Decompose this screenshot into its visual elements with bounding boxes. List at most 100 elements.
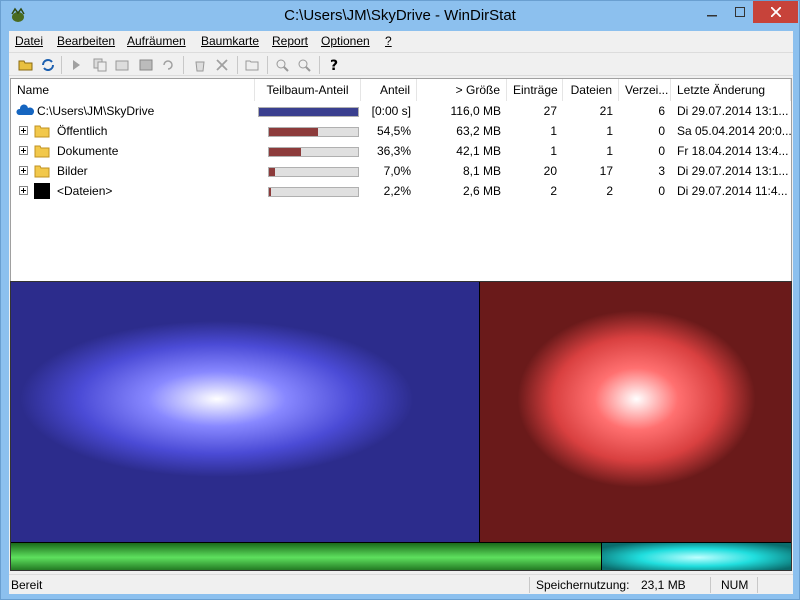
row-entries: 20 [543, 164, 557, 178]
command-prompt-button[interactable] [137, 56, 155, 74]
list-row[interactable]: <Dateien> 2,2% 2,6 MB 2 2 0 Di 29.07.201… [11, 181, 791, 201]
column-dirs[interactable]: Verzei... [619, 79, 671, 101]
menu-report[interactable]: Report [272, 34, 308, 48]
row-modified: Di 29.07.2014 13:1... [677, 164, 789, 178]
status-text: Bereit [11, 578, 43, 592]
close-icon [770, 7, 781, 17]
folder-icon [34, 125, 50, 138]
row-files: 21 [599, 104, 613, 118]
treemap-block-dateien[interactable] [602, 543, 791, 570]
menu-baumkarte[interactable]: Baumkarte [201, 34, 259, 48]
svg-text:?: ? [330, 58, 338, 73]
subtree-bar [268, 127, 359, 137]
expand-toggle[interactable] [19, 126, 28, 135]
column-modified[interactable]: Letzte Änderung [671, 79, 791, 101]
menu-bearbeiten[interactable]: Bearbeiten [57, 34, 115, 48]
subtree-bar [268, 187, 359, 197]
folder-up-icon [245, 60, 259, 71]
row-name: <Dateien> [57, 184, 113, 198]
maximize-button[interactable] [726, 1, 753, 23]
row-share: 7,0% [383, 164, 411, 178]
expand-toggle[interactable] [19, 146, 28, 155]
subtree-bar-fill [269, 128, 318, 136]
list-row[interactable]: Bilder 7,0% 8,1 MB 20 17 3 Di 29.07.2014… [11, 161, 791, 181]
skydrive-cloud-icon [16, 104, 34, 115]
refresh-all-button[interactable] [39, 56, 57, 74]
row-size: 2,6 MB [462, 184, 501, 198]
num-lock-indicator: NUM [721, 578, 749, 592]
row-modified: Sa 05.04.2014 20:0... [677, 124, 791, 138]
refresh-selected-icon [163, 60, 173, 70]
row-size: 42,1 MB [456, 144, 501, 158]
app-window: C:\Users\JM\SkyDrive - WinDirStat Datei … [0, 0, 800, 600]
subtree-bar-fill [269, 168, 275, 176]
treemap[interactable] [10, 281, 792, 571]
close-button[interactable] [753, 1, 798, 23]
refresh-selected-button[interactable] [159, 56, 177, 74]
row-dirs: 0 [658, 184, 665, 198]
copy-path-button[interactable] [91, 56, 109, 74]
row-entries: 1 [550, 144, 557, 158]
row-files: 1 [606, 144, 613, 158]
menu-aufraeumen[interactable]: Aufräumen [127, 34, 186, 48]
memory-value: 23,1 MB [641, 578, 686, 592]
row-name: C:\Users\JM\SkyDrive [37, 104, 155, 118]
treemap-block-dokumente[interactable] [480, 282, 791, 542]
treemap-block-oeffentlich[interactable] [11, 282, 479, 542]
recycle-button[interactable] [191, 56, 209, 74]
play-icon [73, 60, 80, 70]
column-subtree-share[interactable]: Teilbaum-Anteil [255, 79, 361, 101]
console-icon [139, 59, 153, 71]
menu-help[interactable]: ? [385, 34, 392, 48]
list-row[interactable]: Öffentlich 54,5% 63,2 MB 1 1 0 Sa 05.04.… [11, 121, 791, 141]
zoom-in-icon [276, 59, 289, 72]
title-bar[interactable]: C:\Users\JM\SkyDrive - WinDirStat [1, 1, 799, 31]
zoom-in-button[interactable] [273, 56, 291, 74]
column-name[interactable]: Name [11, 79, 255, 101]
list-row-root[interactable]: C:\Users\JM\SkyDrive [0:00 s] 116,0 MB 2… [11, 101, 791, 121]
files-block-icon [34, 183, 50, 199]
row-name: Öffentlich [57, 124, 108, 138]
row-size: 8,1 MB [462, 164, 501, 178]
memory-label: Speichernutzung: [536, 578, 630, 592]
folder-icon [34, 145, 50, 158]
toolbar: ? [9, 52, 793, 76]
row-modified: Fr 18.04.2014 13:4... [677, 144, 789, 158]
help-button[interactable]: ? [325, 56, 343, 74]
list-row[interactable]: Dokumente 36,3% 42,1 MB 1 1 0 Fr 18.04.2… [11, 141, 791, 161]
subtree-bar-fill [269, 148, 301, 156]
copy-icon [93, 58, 107, 72]
select-parent-button[interactable] [243, 56, 261, 74]
menu-optionen[interactable]: Optionen [321, 34, 370, 48]
expand-toggle[interactable] [19, 166, 28, 175]
zoom-out-button[interactable] [295, 56, 313, 74]
toolbar-separator [61, 56, 62, 74]
play-button[interactable] [67, 56, 85, 74]
directory-list[interactable]: Name Teilbaum-Anteil Anteil > Größe Eint… [10, 78, 792, 306]
explorer-button[interactable] [113, 56, 131, 74]
window-title: C:\Users\JM\SkyDrive - WinDirStat [284, 7, 516, 24]
row-share: 36,3% [376, 144, 411, 158]
treemap-block-bilder[interactable] [11, 543, 601, 570]
help-icon: ? [330, 58, 338, 73]
row-files: 1 [606, 124, 613, 138]
column-files[interactable]: Dateien [563, 79, 619, 101]
delete-button[interactable] [213, 56, 231, 74]
status-separator [710, 577, 711, 593]
recycle-bin-icon [195, 61, 205, 72]
open-button[interactable] [17, 56, 35, 74]
minimize-icon [706, 15, 717, 17]
menu-datei[interactable]: Datei [15, 34, 43, 48]
column-size[interactable]: > Größe [417, 79, 507, 101]
minimize-button[interactable] [698, 1, 725, 23]
row-dirs: 3 [658, 164, 665, 178]
maximize-icon [734, 7, 745, 17]
status-separator [529, 577, 530, 593]
column-share[interactable]: Anteil [361, 79, 417, 101]
client-area: Datei Bearbeiten Aufräumen Baumkarte Rep… [9, 31, 793, 594]
row-share: 2,2% [383, 184, 411, 198]
folder-icon [34, 165, 50, 178]
column-entries[interactable]: Einträge [507, 79, 563, 101]
row-name: Bilder [57, 164, 88, 178]
expand-toggle[interactable] [19, 186, 28, 195]
